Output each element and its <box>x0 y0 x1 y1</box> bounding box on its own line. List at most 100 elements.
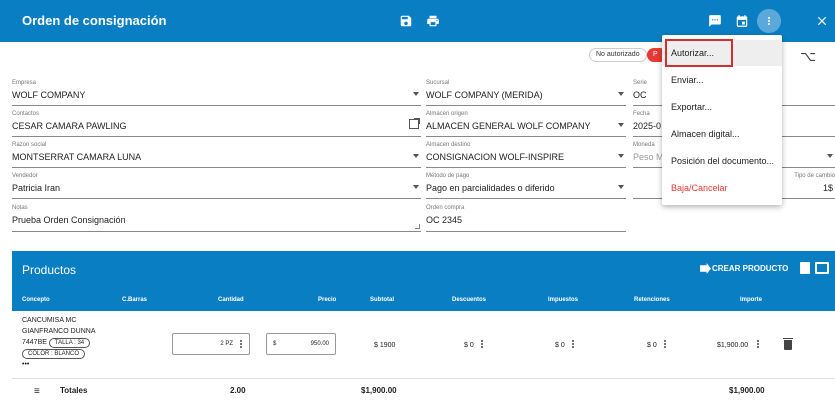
retenciones-menu-icon[interactable] <box>664 340 667 349</box>
column-header: Retenciones <box>634 297 670 303</box>
descuentos-cell: $ 0 <box>464 342 474 349</box>
razon-social-field[interactable]: Razon social MONTSERRAT CAMARA LUNA <box>12 142 421 168</box>
field-value: MONTSERRAT CAMARA LUNA <box>12 152 142 162</box>
dropdown-arrow-icon[interactable] <box>413 92 419 96</box>
products-header: Productos CREAR PRODUCTO <box>12 251 835 289</box>
excel-icon[interactable] <box>800 262 810 274</box>
price-symbol: $ <box>273 341 277 347</box>
field-label: Sucursal <box>426 80 450 86</box>
totals-subtotal: $1,900.00 <box>361 386 397 395</box>
create-product-icon[interactable] <box>700 263 711 274</box>
products-section: Productos CREAR PRODUCTO Concepto C.Barr… <box>12 251 835 405</box>
field-label: Notas <box>12 205 28 211</box>
retenciones-cell: $ 0 <box>647 342 657 349</box>
field-label: Razon social <box>12 142 47 148</box>
totals-importe: $1,900.00 <box>729 386 765 395</box>
menu-item-exportar[interactable]: Exportar... <box>662 94 782 120</box>
field-label: Fecha <box>633 111 650 117</box>
column-header: Cantidad <box>218 297 244 303</box>
table-row[interactable]: CANCUMISA MC GIANFRANCO DUNNA 7447BE TAL… <box>12 311 835 379</box>
concept-brand: GIANFRANCO DUNNA <box>22 328 96 335</box>
create-product-button[interactable]: CREAR PRODUCTO <box>712 264 788 273</box>
sum-icon: ≡ <box>34 386 40 397</box>
price-input[interactable]: $ 950.00 <box>266 333 336 355</box>
resize-handle-icon[interactable] <box>415 224 420 229</box>
importe-menu-icon[interactable] <box>757 340 760 349</box>
impuestos-cell: $ 0 <box>555 342 565 349</box>
barcode-scan-icon[interactable] <box>815 262 829 274</box>
field-label: Almacen destino <box>426 142 471 148</box>
orden-compra-field[interactable]: Orden compra OC 2345 <box>426 205 626 232</box>
impuestos-menu-icon[interactable] <box>572 340 575 349</box>
quantity-input[interactable]: 2 PZ <box>172 333 250 355</box>
calendar-icon[interactable] <box>733 12 751 30</box>
more-options-icon[interactable] <box>757 9 781 33</box>
price-value: 950.00 <box>310 341 329 347</box>
field-value: Pago en parcialidades o diferido <box>426 183 555 193</box>
color-tag: COLOR : BLANCO <box>22 349 86 359</box>
size-tag: TALLA : 34 <box>48 338 91 348</box>
field-value: CONSIGNACION WOLF-INSPIRE <box>426 152 565 162</box>
notas-field[interactable]: Notas Prueba Orden Consignación <box>12 205 421 232</box>
empresa-field[interactable]: Empresa WOLF COMPANY <box>12 80 421 106</box>
highlight-annotation <box>665 39 733 67</box>
comment-icon[interactable] <box>706 12 724 30</box>
field-value: WOLF COMPANY (MERIDA) <box>426 90 543 100</box>
open-external-icon[interactable] <box>409 118 420 129</box>
dropdown-arrow-icon[interactable] <box>618 185 624 189</box>
menu-item-posicion-documento[interactable]: Posición del documento... <box>662 148 782 174</box>
close-icon[interactable] <box>813 12 831 30</box>
subtotal-cell: $ 1900 <box>374 342 396 349</box>
column-header: Importe <box>740 297 763 303</box>
save-icon[interactable] <box>397 12 415 30</box>
field-label: Tipo de cambio <box>794 173 835 179</box>
field-label: Contactos <box>12 111 40 117</box>
concept-name: CANCUMISA MC <box>22 317 77 324</box>
dropdown-arrow-icon[interactable] <box>618 123 624 127</box>
field-value: 2025-0 <box>633 121 662 131</box>
quantity-menu-icon[interactable] <box>240 340 243 349</box>
concept-code: 7447BE <box>22 339 47 346</box>
sucursal-field[interactable]: Sucursal WOLF COMPANY (MERIDA) <box>426 80 626 106</box>
menu-item-almacen-digital[interactable]: Almacen digital... <box>662 121 782 147</box>
vendedor-field[interactable]: Vendedor Patricia Iran <box>12 173 421 199</box>
descuentos-menu-icon[interactable] <box>481 340 484 349</box>
field-value: Peso M <box>633 152 664 162</box>
field-label: Moneda <box>633 142 655 148</box>
column-header: Precio <box>318 297 337 303</box>
menu-item-baja-cancelar[interactable]: Baja/Cancelar <box>662 175 782 201</box>
field-value: WOLF COMPANY <box>12 90 86 100</box>
delete-icon[interactable] <box>783 338 793 350</box>
page-title: Orden de consignación <box>22 13 167 28</box>
field-value: CESAR CAMARA PAWLING <box>12 121 127 131</box>
menu-item-enviar[interactable]: Enviar... <box>662 67 782 93</box>
column-header: C.Barras <box>122 297 148 303</box>
column-header: Descuentos <box>452 297 487 303</box>
field-value: ALMACEN GENERAL WOLF COMPANY <box>426 121 591 131</box>
quantity-value: 2 PZ <box>220 341 233 347</box>
concept-cell: CANCUMISA MC GIANFRANCO DUNNA 7447BE TAL… <box>22 315 122 370</box>
table-header: Concepto C.Barras Cantidad Precio Subtot… <box>12 289 835 311</box>
dropdown-arrow-icon[interactable] <box>413 185 419 189</box>
dropdown-arrow-icon[interactable] <box>618 92 624 96</box>
more-icon[interactable]: ••• <box>22 359 122 370</box>
field-label: Empresa <box>12 80 37 86</box>
print-icon[interactable] <box>424 12 442 30</box>
field-value: 1$ <box>822 183 833 193</box>
totals-label: Totales <box>60 386 88 395</box>
field-label: Almacen origen <box>426 111 468 117</box>
status-badge: No autorizado <box>589 48 647 62</box>
field-value: OC 2345 <box>426 215 463 225</box>
totals-row: ≡ Totales 2.00 $1,900.00 $1,900.00 <box>12 381 835 405</box>
totals-cantidad: 2.00 <box>230 386 246 395</box>
contactos-field[interactable]: Contactos CESAR CAMARA PAWLING <box>12 111 421 137</box>
field-label: Método de pago <box>426 173 470 179</box>
metodo-pago-field[interactable]: Método de pago Pago en parcialidades o d… <box>426 173 626 199</box>
almacen-destino-field[interactable]: Almacen destino CONSIGNACION WOLF-INSPIR… <box>426 142 626 168</box>
dropdown-arrow-icon[interactable] <box>827 154 833 158</box>
dropdown-arrow-icon[interactable] <box>618 154 624 158</box>
field-value: OC <box>633 90 647 100</box>
dropdown-arrow-icon[interactable] <box>413 154 419 158</box>
collapse-icon[interactable]: ⌥ <box>800 48 816 65</box>
almacen-origen-field[interactable]: Almacen origen ALMACEN GENERAL WOLF COMP… <box>426 111 626 137</box>
